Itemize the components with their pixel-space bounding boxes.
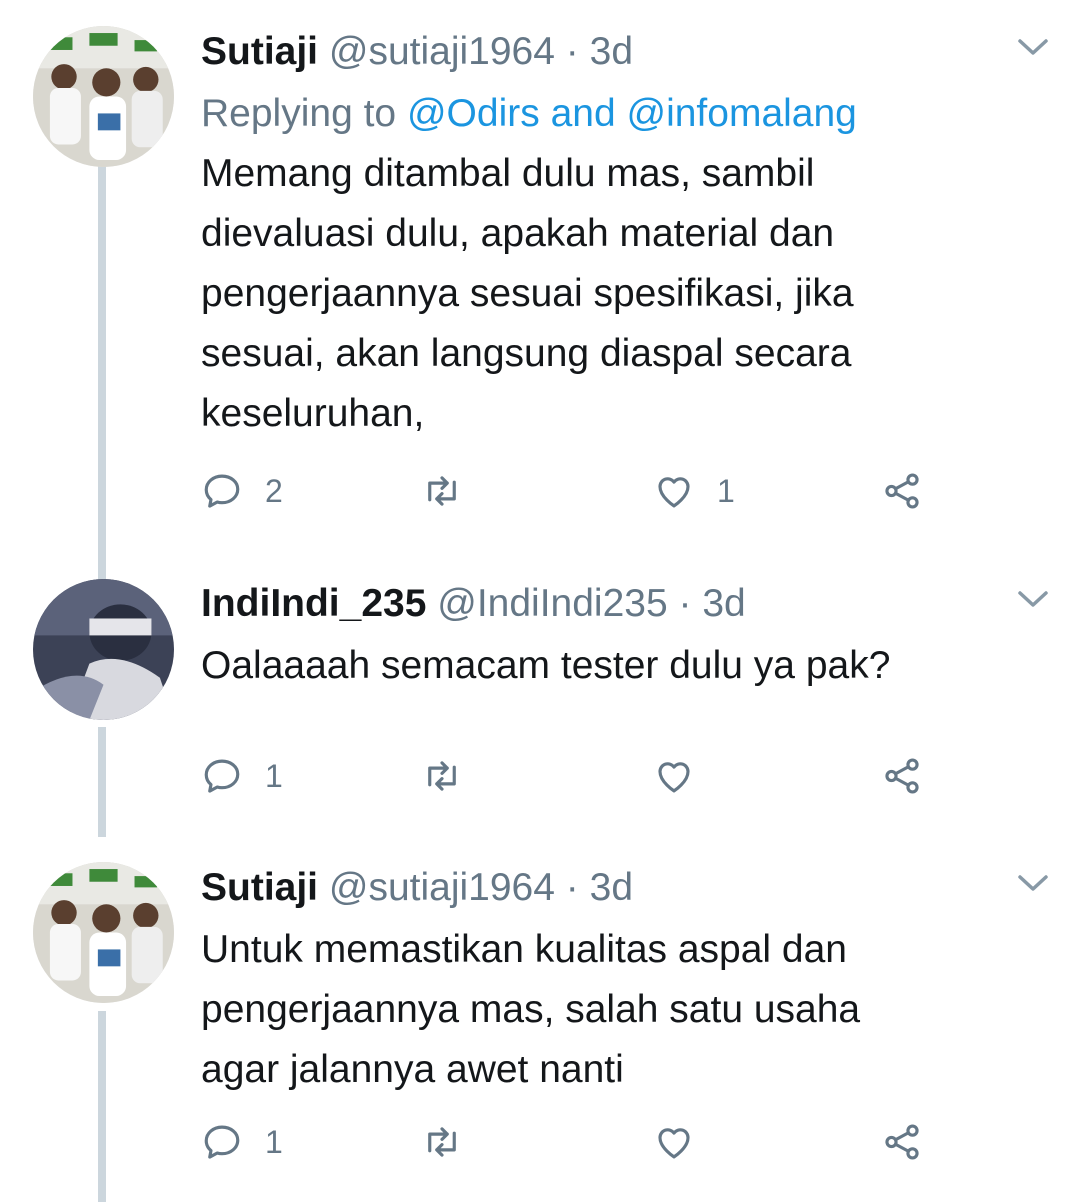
tweet-content: Sutiaji @sutiaji1964 · 3d Untuk memastik…: [201, 856, 1020, 1100]
display-name[interactable]: Sutiaji: [201, 30, 318, 73]
tweet-text: Oalaaaah semacam tester dulu ya pak?: [201, 636, 1020, 696]
chevron-down-icon[interactable]: [1016, 35, 1050, 59]
tweet-text-line: pengerjaannya sesuai spesifikasi, jika: [201, 272, 854, 315]
retweet-button[interactable]: [421, 461, 485, 521]
tweet-content: Sutiaji @sutiaji1964 · 3d Replying to @O…: [201, 20, 1020, 444]
tweet-text-line: Untuk memastikan kualitas aspal dan: [201, 928, 847, 971]
thread-line: [98, 1011, 106, 1202]
retweet-button[interactable]: [421, 1112, 485, 1172]
avatar[interactable]: [33, 26, 174, 167]
chevron-down-icon[interactable]: [1016, 587, 1050, 611]
user-handle[interactable]: @IndiIndi235: [437, 582, 667, 625]
avatar-photo-icon: [33, 579, 174, 720]
mention-link[interactable]: @infomalang: [626, 92, 856, 135]
reply-icon: [204, 1125, 240, 1159]
share-icon: [885, 473, 919, 509]
reply-count: 1: [265, 757, 283, 794]
tweet-actions: 2 1: [201, 461, 941, 521]
heart-icon: [658, 762, 690, 793]
tweet-actions: 1: [201, 746, 941, 806]
separator-dot: ·: [678, 582, 692, 625]
retweet-button[interactable]: [421, 746, 485, 806]
tweet-text-line: sesuai, akan langsung diaspal secara: [201, 332, 852, 375]
tweet-text-line: dievaluasi dulu, apakah material dan: [201, 212, 835, 255]
reply-icon: [204, 474, 240, 508]
tweet-text: Memang ditambal dulu mas, sambil dievalu…: [201, 144, 1020, 444]
user-handle[interactable]: @sutiaji1964: [329, 30, 555, 73]
tweet-content: IndiIndi_235 @IndiIndi235 · 3d Oalaaaah …: [201, 572, 1020, 696]
retweet-icon: [428, 1127, 456, 1157]
tweet-header: IndiIndi_235 @IndiIndi235 · 3d: [201, 572, 1020, 636]
tweet-text-line: pengerjaannya mas, salah satu usaha: [201, 988, 861, 1031]
mention-link[interactable]: @Odirs: [407, 92, 540, 135]
tweet-text: Untuk memastikan kualitas aspal dan peng…: [201, 920, 1020, 1100]
like-button[interactable]: 1: [653, 461, 735, 521]
heart-icon: [658, 477, 690, 508]
tweet-text-line: keseluruhan,: [201, 392, 425, 435]
heart-icon: [658, 1128, 690, 1159]
tweet-text-line: agar jalannya awet nanti: [201, 1048, 624, 1091]
like-button[interactable]: [653, 746, 717, 806]
share-button[interactable]: [881, 1112, 923, 1172]
thread-line: [98, 165, 106, 585]
like-button[interactable]: [653, 1112, 717, 1172]
like-count: 1: [717, 472, 735, 509]
retweet-icon: [428, 761, 456, 791]
reply-count: 1: [265, 1123, 283, 1160]
timestamp[interactable]: 3d: [590, 30, 633, 73]
display-name[interactable]: IndiIndi_235: [201, 582, 426, 625]
reply-button[interactable]: 1: [201, 1112, 283, 1172]
reply-button[interactable]: 1: [201, 746, 283, 806]
tweet-text-line: Memang ditambal dulu mas, sambil: [201, 152, 815, 195]
share-icon: [885, 758, 919, 794]
user-handle[interactable]: @sutiaji1964: [329, 866, 555, 909]
avatar[interactable]: [33, 579, 174, 720]
share-button[interactable]: [881, 461, 923, 521]
display-name[interactable]: Sutiaji: [201, 866, 318, 909]
thread-line: [98, 727, 106, 837]
share-icon: [885, 1124, 919, 1160]
timestamp[interactable]: 3d: [590, 866, 633, 909]
replying-to-label: Replying to: [201, 92, 407, 135]
avatar-photo-icon: [33, 862, 174, 1003]
tweet-text-line: Oalaaaah semacam tester dulu ya pak?: [201, 644, 891, 687]
reply-icon: [204, 759, 240, 793]
separator-dot: ·: [565, 866, 579, 909]
tweet-header: Sutiaji @sutiaji1964 · 3d: [201, 856, 1020, 920]
avatar-photo-icon: [33, 26, 174, 167]
reply-button[interactable]: 2: [201, 461, 283, 521]
share-button[interactable]: [881, 746, 923, 806]
reply-thread: Sutiaji @sutiaji1964 · 3d Replying to @O…: [0, 0, 1080, 1202]
chevron-down-icon[interactable]: [1016, 871, 1050, 895]
mention-joiner[interactable]: and: [540, 92, 627, 135]
avatar[interactable]: [33, 862, 174, 1003]
tweet-header: Sutiaji @sutiaji1964 · 3d: [201, 20, 1020, 84]
tweet-actions: 1: [201, 1112, 941, 1172]
replying-to: Replying to @Odirs and @infomalang: [201, 84, 1020, 144]
separator-dot: ·: [565, 30, 579, 73]
reply-count: 2: [265, 472, 283, 509]
retweet-icon: [428, 476, 456, 506]
timestamp[interactable]: 3d: [702, 582, 745, 625]
